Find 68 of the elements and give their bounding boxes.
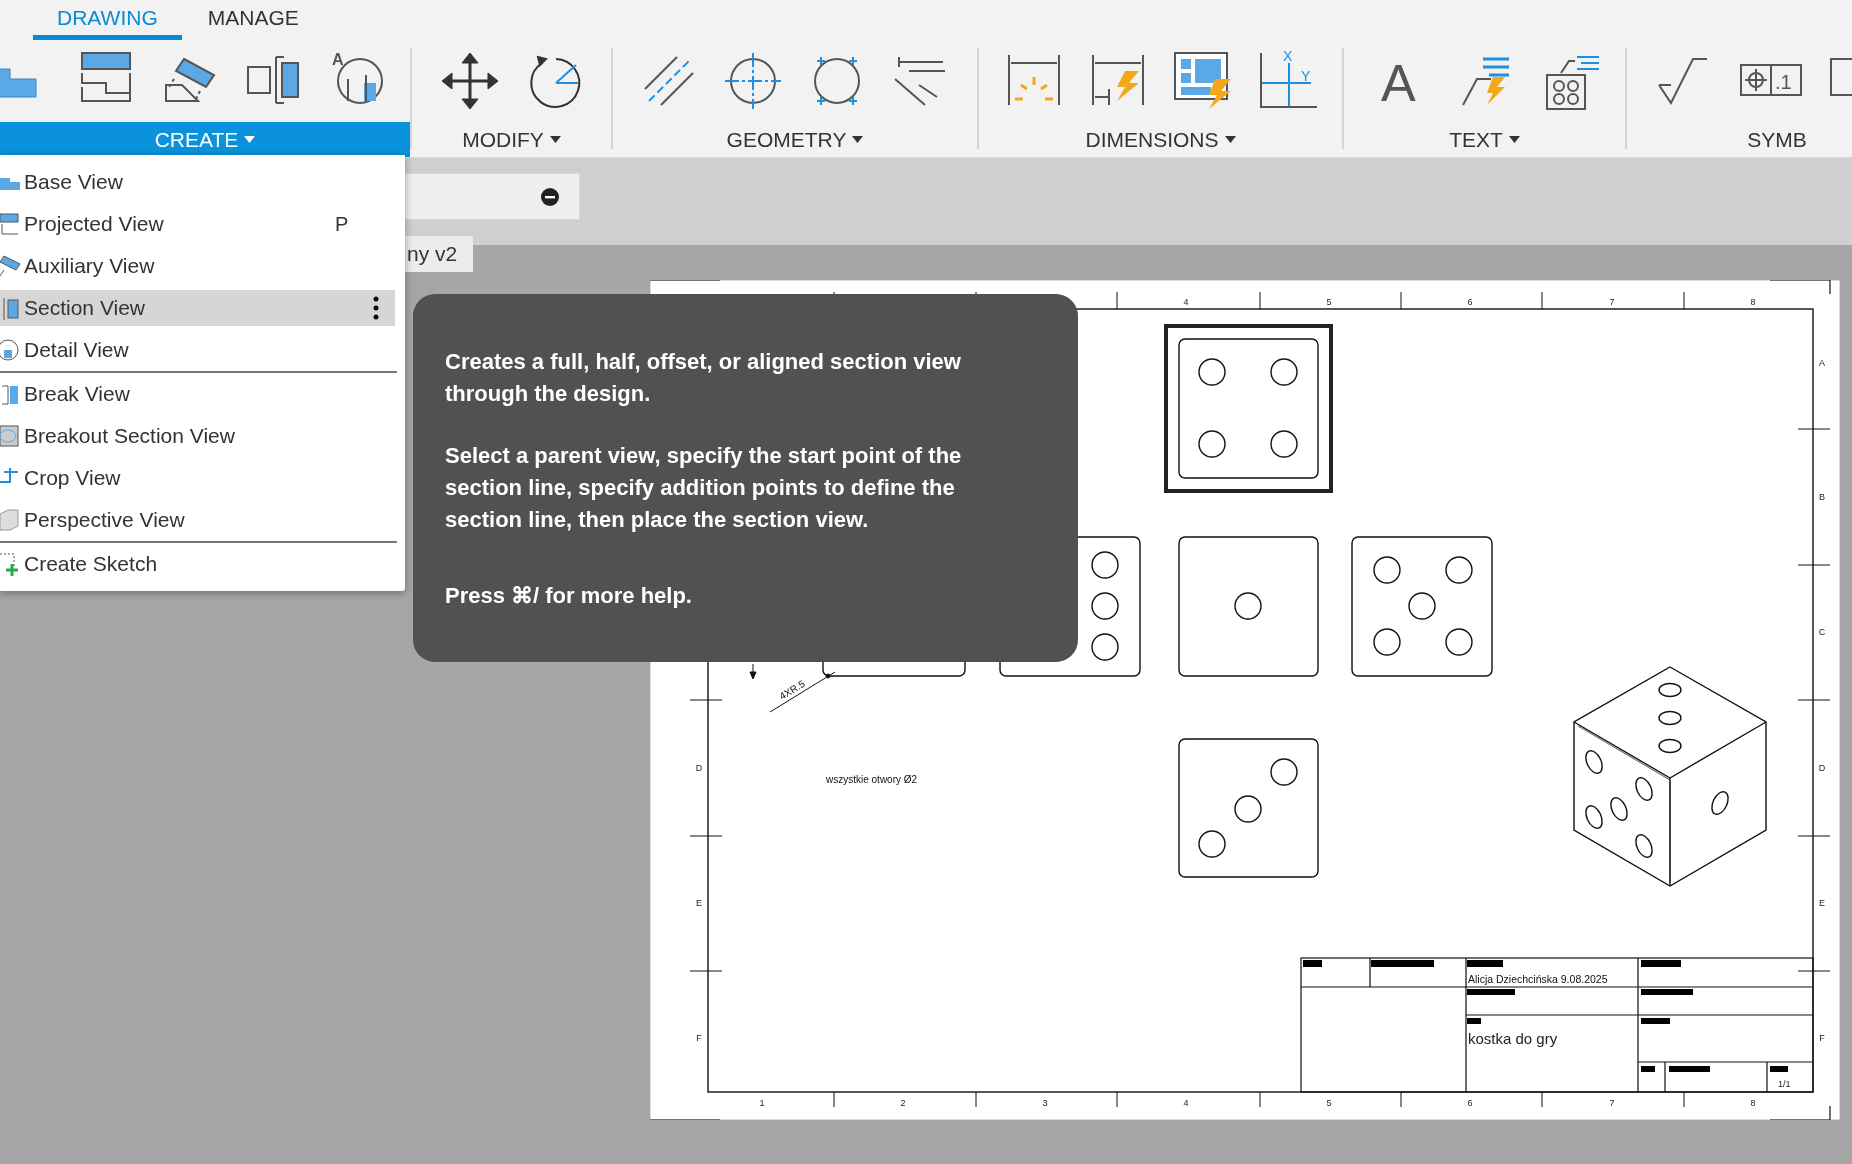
zone-column-label: 5 [1326,1098,1332,1108]
section-menu-icon [0,296,20,320]
die-face-view[interactable] [1164,324,1333,493]
tooltip-text: Select a parent view, specify the start point of the section line, specify addition points to define the section line, then place the section view. [445,442,963,534]
zone-row-label: D [1818,763,1826,773]
zone-column-label: 8 [1750,297,1756,307]
zone-column-label: 4 [1183,1098,1189,1108]
zone-row-label: E [1819,898,1825,908]
auxiliary-menu-icon [0,254,20,278]
redaction-bar [1467,960,1503,967]
zone-row-label: E [696,898,702,908]
zone-column-label: 5 [1326,297,1332,307]
caret-icon [1508,136,1520,143]
caret-icon [852,136,864,143]
zone-row-label: D [695,763,703,773]
zone-column-label: 7 [1609,1098,1615,1108]
redaction-bar [1467,989,1515,995]
zone-column-label: 7 [1609,297,1615,307]
ribbon-group-menu[interactable]: SYMB [1627,122,1852,157]
zone-column-label: 2 [900,1098,906,1108]
redaction-bar [1669,1066,1710,1072]
more-options-icon[interactable] [373,296,379,320]
breakout-menu-icon [0,424,20,448]
redaction-bar [1371,960,1434,967]
drawing-note: wszystkie otwory Ø2 [826,774,918,785]
break-menu-icon [0,382,20,406]
letter-icon[interactable]: A [1368,49,1433,113]
sketch-menu-icon [0,552,20,576]
zone-row-label: C [1818,627,1826,637]
zone-column-label: 3 [1042,1098,1048,1108]
zone-row-label: F [696,1033,702,1043]
collapse-icon[interactable] [541,187,559,206]
zone-column-label: 4 [1183,297,1189,307]
redaction-bar [1641,1018,1670,1024]
ribbon-group-menu[interactable]: GEOMETRY [613,122,977,157]
menu-item[interactable]: Section View [0,290,395,326]
zone-column-label: 1 [759,1098,765,1108]
die-face-view[interactable] [1351,536,1493,677]
ribbon-tab[interactable]: MANAGE [183,0,323,40]
zone-row-label: B [1819,492,1825,502]
die-face-view[interactable] [1178,536,1319,677]
author-date-text: Alicja Dziechcińska 9.08.2025 [1468,973,1608,985]
perspective-menu-icon [0,508,20,532]
caret-icon [549,136,561,143]
redaction-bar [1641,989,1693,995]
caret-icon [1224,136,1236,143]
redaction-bar [1467,1018,1481,1024]
tooltip-text: Creates a full, half, offset, or aligned section view through the design. [445,348,962,408]
shortcut-key: P [335,209,395,239]
tooltip-text: Press ⌘/ for more help. [445,582,693,610]
projected-menu-icon [0,212,20,236]
ribbon-group-menu[interactable]: MODIFY [412,122,611,157]
detail-menu-icon [0,338,20,362]
zone-column-label: 6 [1467,1098,1473,1108]
zone-column-label: 6 [1467,297,1473,307]
redaction-bar [1770,1066,1788,1072]
caret-icon [244,136,256,143]
drawing-title-text: kostka do gry [1468,1030,1558,1047]
redaction-bar [1641,960,1681,967]
ribbon-group-menu[interactable]: DIMENSIONS [979,122,1342,157]
redaction-bar [1303,960,1322,967]
redaction-bar [1641,1066,1655,1072]
die-face-view[interactable] [1178,738,1319,878]
sheet-number-text: 1/1 [1778,1079,1791,1089]
zone-row-label: A [1819,358,1825,368]
zone-row-label: F [1819,1033,1825,1043]
ribbon-group-menu[interactable]: TEXT [1344,122,1625,157]
zone-column-label: 8 [1750,1098,1756,1108]
